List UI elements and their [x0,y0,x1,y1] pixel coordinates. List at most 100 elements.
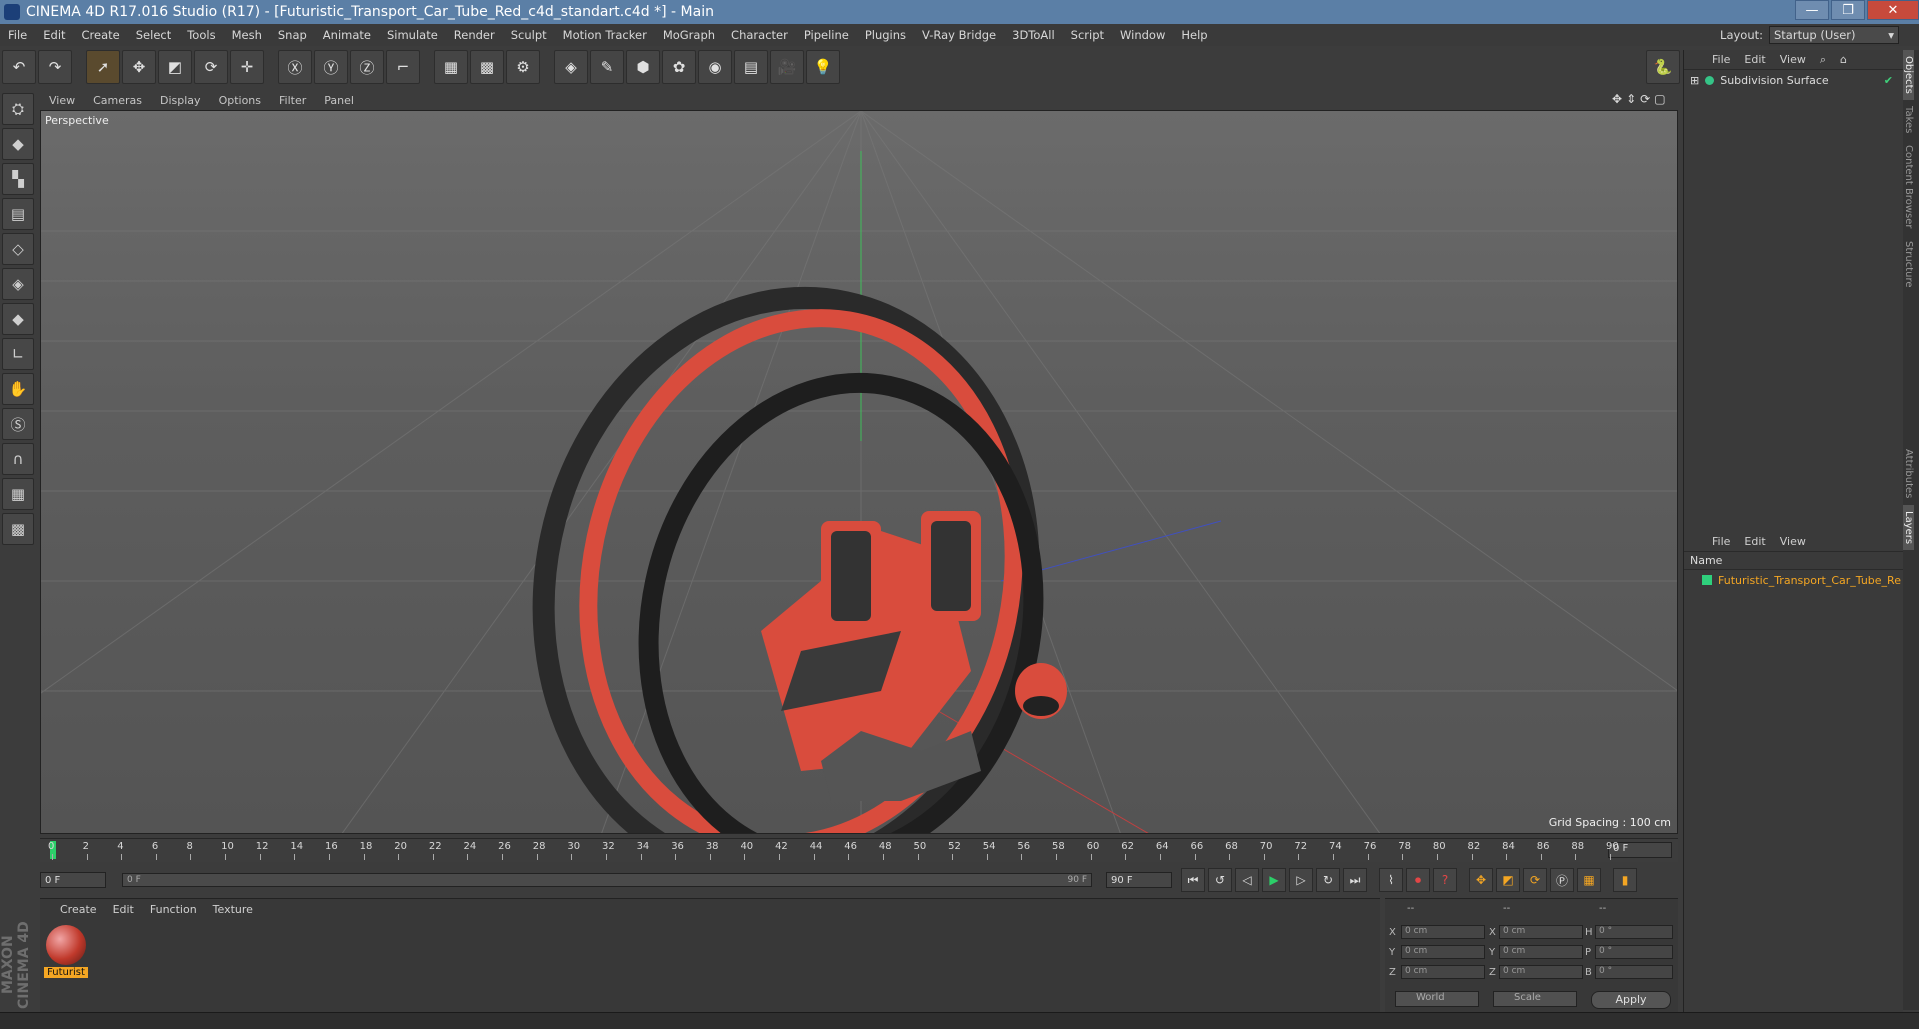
menu-create[interactable]: Create [74,28,128,42]
material-swatch[interactable]: Futurist [44,925,88,981]
home-icon[interactable]: ⌂ [1840,53,1847,66]
pen-spline-button[interactable]: ✎ [590,50,624,84]
viewport-menu-options[interactable]: Options [210,94,270,107]
play-icon[interactable]: ▶ [1262,868,1286,892]
render-settings-button[interactable]: ⚙ [506,50,540,84]
live-selection-button[interactable]: ✛ [230,50,264,84]
object-row[interactable]: ⊞ Subdivision Surface ✔ [1684,70,1903,90]
menu-simulate[interactable]: Simulate [379,28,446,42]
minimize-button[interactable]: — [1795,0,1829,20]
position-x-field[interactable]: 0 cm [1401,925,1485,939]
magnet-icon[interactable]: ∩ [2,443,34,475]
z-axis-lock-button[interactable]: Ⓩ [350,50,384,84]
next-frame-icon[interactable]: ▷ [1289,868,1313,892]
menu-plugins[interactable]: Plugins [857,28,914,42]
timeline-window-icon[interactable]: ▮ [1613,868,1637,892]
size-y-field[interactable]: 0 cm [1499,945,1583,959]
key-position-icon[interactable]: ✥ [1469,868,1493,892]
menu-edit[interactable]: Edit [35,28,73,42]
menu-help[interactable]: Help [1173,28,1215,42]
size-x-field[interactable]: 0 cm [1499,925,1583,939]
menu-tools[interactable]: Tools [179,28,223,42]
motion-path-icon[interactable]: ⌇ [1379,868,1403,892]
menu-3dtoall[interactable]: 3DToAll [1004,28,1063,42]
menu-mesh[interactable]: Mesh [224,28,270,42]
position-z-field[interactable]: 0 cm [1401,965,1485,979]
rotate-tool-button[interactable]: ⟳ [194,50,228,84]
key-parameter-icon[interactable]: Ⓟ [1550,868,1574,892]
objects-menu-view[interactable]: View [1780,53,1806,66]
orbit-icon[interactable]: ⟳ [1640,92,1650,106]
rotation-b-field[interactable]: 0 ° [1595,965,1673,979]
start-frame-field[interactable]: 0 F [40,872,106,888]
menu-script[interactable]: Script [1063,28,1112,42]
coordinate-mode-dropdown[interactable]: World [1395,991,1479,1007]
menu-window[interactable]: Window [1112,28,1173,42]
menu-mograph[interactable]: MoGraph [655,28,723,42]
viewport-menu-filter[interactable]: Filter [270,94,315,107]
objects-menu-file[interactable]: File [1712,53,1730,66]
layers-menu-view[interactable]: View [1780,535,1806,548]
viewport-menu-display[interactable]: Display [151,94,210,107]
tab-structure[interactable]: Structure [1903,235,1914,294]
material-menu-texture[interactable]: Texture [213,903,253,916]
light-object-button[interactable]: 💡 [806,50,840,84]
expand-icon[interactable]: ⊞ [1690,74,1699,87]
size-z-field[interactable]: 0 cm [1499,965,1583,979]
record-icon[interactable]: ⏺ [1406,868,1430,892]
menu-snap[interactable]: Snap [270,28,315,42]
camera-object-button[interactable]: 🎥 [770,50,804,84]
menu-motion-tracker[interactable]: Motion Tracker [555,28,655,42]
menu-render[interactable]: Render [446,28,503,42]
timeline-ruler[interactable]: 0 F 0 2 4 6 8 10 12 14 16 18 20 22 24 26 28 30 32 34 36 38 4… [40,838,1678,862]
search-icon[interactable]: ⌕ [1820,53,1826,67]
key-scale-icon[interactable]: ◩ [1496,868,1520,892]
previous-frame-icon[interactable]: ◁ [1235,868,1259,892]
points-mode-icon[interactable]: ◇ [2,233,34,265]
subdivision-surface-button[interactable]: ⬢ [626,50,660,84]
menu-animate[interactable]: Animate [315,28,379,42]
enabled-check-icon[interactable]: ✔ [1884,74,1893,87]
floor-object-button[interactable]: ▤ [734,50,768,84]
workplane-icon[interactable]: ▤ [2,198,34,230]
layer-row[interactable]: Futuristic_Transport_Car_Tube_Re [1684,570,1903,590]
render-picture-viewer-button[interactable]: ▩ [470,50,504,84]
material-menu-create[interactable]: Create [60,903,97,916]
python-icon[interactable]: 🐍 [1646,50,1680,84]
coordinate-system-button[interactable]: ⌐ [386,50,420,84]
maximize-view-icon[interactable]: ▢ [1654,92,1665,106]
menu-file[interactable]: File [0,28,35,42]
tab-content-browser[interactable]: Content Browser [1903,139,1914,234]
render-view-button[interactable]: ▦ [434,50,468,84]
frame-range-slider[interactable]: 0 F 90 F [122,873,1092,887]
viewport-menu-cameras[interactable]: Cameras [84,94,151,107]
apply-button[interactable]: Apply [1591,991,1671,1009]
viewport-menu-view[interactable]: View [40,94,84,107]
menu-sculpt[interactable]: Sculpt [503,28,555,42]
layers-menu-file[interactable]: File [1712,535,1730,548]
go-to-end-icon[interactable]: ⏭ [1343,868,1367,892]
undo-button[interactable]: ↶ [2,50,36,84]
rotation-p-field[interactable]: 0 ° [1595,945,1673,959]
edges-mode-icon[interactable]: ◈ [2,268,34,300]
menu-vray-bridge[interactable]: V-Ray Bridge [914,28,1004,42]
layout-dropdown[interactable]: Startup (User) ▾ [1769,26,1899,44]
tab-attributes[interactable]: Attributes [1903,443,1914,504]
key-pla-icon[interactable]: ▦ [1577,868,1601,892]
pan-icon[interactable]: ✥ [1612,92,1622,106]
x-axis-lock-button[interactable]: Ⓧ [278,50,312,84]
model-mode-icon[interactable]: ◆ [2,128,34,160]
redo-button[interactable]: ↷ [38,50,72,84]
tab-layers[interactable]: Layers [1903,504,1914,550]
layers-menu-edit[interactable]: Edit [1744,535,1765,548]
objects-menu-edit[interactable]: Edit [1744,53,1765,66]
deformer-button[interactable]: ◉ [698,50,732,84]
material-menu-edit[interactable]: Edit [113,903,134,916]
polygons-mode-icon[interactable]: ◆ [2,303,34,335]
make-editable-icon[interactable]: ⛭ [2,93,34,125]
tab-takes[interactable]: Takes [1903,100,1914,139]
cube-object-button[interactable]: ◈ [554,50,588,84]
material-menu-function[interactable]: Function [150,903,197,916]
workplane-lock-icon[interactable]: ▦ [2,478,34,510]
axis-mode-icon[interactable]: ∟ [2,338,34,370]
